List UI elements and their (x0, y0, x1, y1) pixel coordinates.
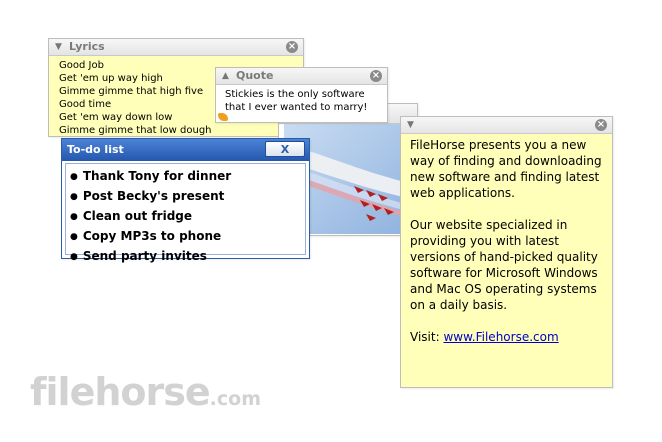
watermark-suffix: .com (209, 388, 261, 410)
collapse-icon[interactable]: ▼ (55, 42, 62, 52)
close-icon[interactable]: × (595, 119, 607, 131)
todo-item: Thank Tony for dinner (70, 167, 231, 187)
lyrics-titlebar[interactable]: ▼ Lyrics × (49, 39, 303, 56)
quote-note[interactable]: ▲ Quote × Stickies is the only software … (215, 67, 388, 123)
lyrics-line: Good Job (59, 60, 104, 71)
close-icon[interactable]: × (370, 70, 382, 82)
lyrics-title: Lyrics (69, 40, 105, 53)
resize-grip-icon[interactable] (218, 113, 228, 121)
lyrics-line: Get 'em way down low (59, 112, 173, 123)
quote-titlebar[interactable]: ▲ Quote × (216, 68, 387, 85)
lyrics-line: Get 'em up way high (59, 73, 163, 84)
visit-label: Visit: (410, 330, 440, 344)
lyrics-text[interactable]: Good Job Get 'em up way high Gimme gimme… (59, 59, 212, 137)
lyrics-line: Gimme gimme that high five (59, 86, 204, 97)
todo-body[interactable]: Thank Tony for dinner Post Becky's prese… (65, 163, 306, 263)
watermark-text: filehorse (30, 370, 211, 414)
filehorse-watermark: filehorse.com (30, 370, 261, 421)
paragraph-intro: FileHorse presents you a new way of find… (410, 138, 602, 200)
todo-item: Clean out fridge (70, 207, 231, 227)
todo-titlebar[interactable]: To-do list X (62, 139, 309, 161)
todo-close-button[interactable]: X (265, 141, 305, 157)
filehorse-note[interactable]: ▼ × FileHorse presents you a new way of … (400, 116, 613, 388)
collapse-icon[interactable]: ▼ (407, 120, 414, 130)
quote-line: Stickies is the only software (225, 89, 365, 100)
paragraph-about: Our website specialized in providing you… (410, 218, 598, 312)
expand-icon[interactable]: ▲ (222, 71, 229, 81)
quote-line: that I ever wanted to marry! (225, 102, 368, 113)
todo-item: Copy MP3s to phone (70, 227, 231, 247)
todo-item: Post Becky's present (70, 187, 231, 207)
visit-line: Visit: www.Filehorse.com (410, 329, 606, 345)
filehorse-titlebar[interactable]: ▼ × (401, 117, 612, 134)
todo-title: To-do list (67, 143, 124, 156)
lyrics-line: Good time (59, 99, 112, 110)
quote-text[interactable]: Stickies is the only software that I eve… (225, 88, 367, 114)
filehorse-link[interactable]: www.Filehorse.com (443, 330, 558, 344)
close-icon[interactable]: × (286, 41, 298, 53)
todo-note[interactable]: To-do list X Thank Tony for dinner Post … (61, 138, 310, 263)
todo-item: Send party invites (70, 247, 231, 267)
lyrics-line: Gimme gimme that low dough (59, 125, 212, 136)
quote-title: Quote (236, 69, 274, 82)
filehorse-text[interactable]: FileHorse presents you a new way of find… (410, 137, 606, 361)
